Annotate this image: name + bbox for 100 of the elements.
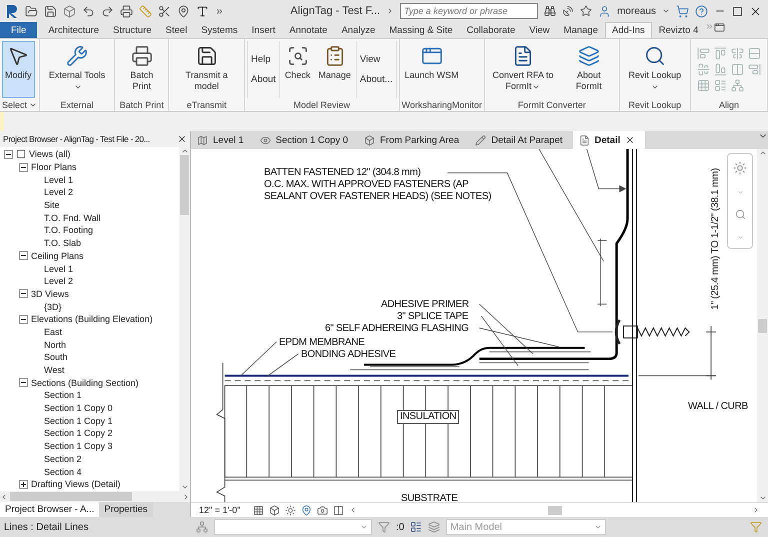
tree-item[interactable]: Level 2	[44, 276, 74, 286]
panel-tab[interactable]: Project Browser - A...	[0, 502, 100, 517]
ribbon-button[interactable]: Transmit a model	[171, 41, 242, 98]
satellite-icon[interactable]	[562, 5, 574, 17]
ribbon-button[interactable]: Batch Print	[117, 41, 166, 98]
ribbon-button[interactable]: External Tools	[42, 41, 112, 98]
view-icon[interactable]	[578, 134, 590, 146]
tree-item[interactable]: Ceiling Plans	[31, 250, 84, 261]
scale-text[interactable]: 12" = 1'-0"	[199, 505, 240, 515]
tree-item[interactable]: T.O. Fnd. Wall	[44, 212, 101, 223]
tree-item[interactable]: Elevations (Building Elevation)	[31, 314, 153, 324]
open-folder-icon[interactable]	[25, 4, 38, 18]
inspect-icon[interactable]	[286, 45, 309, 67]
tree-item[interactable]: Site	[44, 200, 60, 210]
view-tab[interactable]: From Parking Area	[358, 131, 470, 149]
panel-tab[interactable]: Properties	[99, 502, 153, 517]
tree-item[interactable]: Section 1 Copy 3	[44, 441, 113, 452]
ribbon-tab[interactable]: Annotate	[282, 22, 334, 38]
ribbon-button[interactable]: Modify	[2, 41, 35, 98]
view-tab[interactable]: Detail	[572, 131, 646, 149]
tree-item[interactable]: East	[44, 326, 62, 337]
expand-toggle[interactable]	[19, 378, 28, 388]
search-field[interactable]: Type a keyword or phrase	[400, 3, 538, 19]
expand-toggle[interactable]	[19, 251, 28, 260]
caret-icon[interactable]	[662, 7, 670, 15]
ribbon-button[interactable]: Launch WSM	[402, 41, 462, 98]
view-tab[interactable]: Detail At Parapet	[469, 131, 572, 149]
close-icon[interactable]	[625, 135, 636, 145]
ribbon-tab[interactable]: Architecture	[41, 22, 106, 38]
ribbon-tab[interactable]: Revizto 4	[652, 22, 706, 38]
more-icon[interactable]	[215, 6, 224, 16]
views-icon[interactable]	[16, 149, 26, 160]
scroll-up-icon[interactable]	[180, 147, 188, 155]
save-icon[interactable]	[44, 4, 57, 18]
view-icon[interactable]	[364, 134, 375, 146]
tree-item[interactable]: Floor Plans	[31, 162, 77, 172]
tools-icon[interactable]	[66, 45, 88, 67]
sun-path-icon[interactable]	[285, 504, 296, 516]
layers-icon[interactable]	[578, 45, 600, 67]
zoom-icon[interactable]	[734, 209, 746, 220]
tree-item[interactable]: South	[44, 352, 68, 362]
panel-toggle-icon[interactable]	[714, 22, 726, 33]
scrollbar-thumb[interactable]	[180, 155, 189, 215]
expand-toggle[interactable]	[4, 150, 13, 159]
ribbon-tab[interactable]: Systems	[194, 22, 245, 38]
ribbon-tab[interactable]: Structure	[106, 22, 159, 38]
expand-toggle[interactable]	[19, 314, 28, 324]
filter-icon[interactable]	[378, 521, 390, 533]
ribbon-tab[interactable]: Steel	[158, 22, 194, 38]
user-name[interactable]: moreaus	[617, 6, 656, 16]
redo-icon[interactable]	[101, 4, 114, 18]
ribbon-button[interactable]: Convert RFA to FormIt	[486, 41, 559, 98]
ribbon-tab[interactable]: File	[0, 22, 38, 38]
ribbon-tab[interactable]: View	[522, 22, 557, 38]
cart-icon[interactable]	[676, 4, 689, 18]
view-icon[interactable]	[475, 134, 486, 146]
tree-item[interactable]: 3D Views	[31, 288, 69, 299]
view-tab[interactable]: Level 1	[191, 131, 254, 149]
maximize-icon[interactable]	[732, 6, 743, 16]
tree-item[interactable]: Section 1 Copy 0	[44, 403, 113, 414]
help-icon[interactable]	[695, 4, 708, 18]
text-icon[interactable]	[196, 4, 209, 18]
ribbon-tab[interactable]: Insert	[244, 22, 282, 38]
user-icon[interactable]	[598, 4, 612, 18]
design-options-icon[interactable]	[428, 521, 440, 533]
cube-icon[interactable]	[63, 4, 76, 18]
ribbon-tab[interactable]: Manage	[556, 22, 605, 38]
ribbon-tab[interactable]: Collaborate	[460, 22, 522, 38]
monitor-icon[interactable]	[420, 45, 443, 67]
ribbon-button[interactable]: Check	[282, 41, 314, 98]
tree-item[interactable]: T.O. Slab	[44, 238, 82, 248]
visual-style-icon[interactable]	[269, 504, 280, 516]
view-icon[interactable]	[260, 134, 271, 146]
ribbon-tab[interactable]: Add-Ins	[605, 22, 652, 38]
ribbon-tab[interactable]: Massing & Site	[382, 22, 460, 38]
ribbon-button[interactable]: View	[360, 54, 393, 65]
tree-item[interactable]: Sections (Building Section)	[31, 378, 139, 388]
tree-item[interactable]: West	[44, 365, 64, 376]
print-icon[interactable]	[120, 4, 133, 18]
scrollbar[interactable]	[757, 149, 768, 502]
magnifier-icon[interactable]	[644, 45, 666, 67]
tree-item[interactable]: {3D}	[44, 302, 62, 312]
tree-item[interactable]: Level 2	[44, 187, 74, 198]
tree-item[interactable]: Section 1	[44, 390, 82, 400]
expand-toggle[interactable]	[19, 162, 28, 172]
tree-item[interactable]: Drafting Views (Detail)	[31, 479, 120, 490]
ribbon-button[interactable]: About...	[360, 74, 393, 85]
scroll-left-icon[interactable]	[0, 492, 8, 500]
view-icon[interactable]	[197, 134, 208, 146]
scrollbar[interactable]	[0, 491, 190, 502]
app-logo-icon[interactable]	[6, 4, 19, 18]
ribbon-tab[interactable]: Analyze	[334, 22, 382, 38]
undo-icon[interactable]	[82, 4, 95, 18]
ribbon-button[interactable]: About	[250, 74, 276, 85]
scroll-down-icon[interactable]	[758, 494, 766, 502]
tree-item[interactable]: T.O. Footing	[44, 225, 94, 236]
tree-item[interactable]: Section 1 Copy 2	[44, 428, 113, 438]
scrollbar-thumb[interactable]	[758, 318, 767, 332]
expand-toggle[interactable]	[19, 480, 28, 489]
scrollbar-thumb[interactable]	[10, 492, 132, 501]
